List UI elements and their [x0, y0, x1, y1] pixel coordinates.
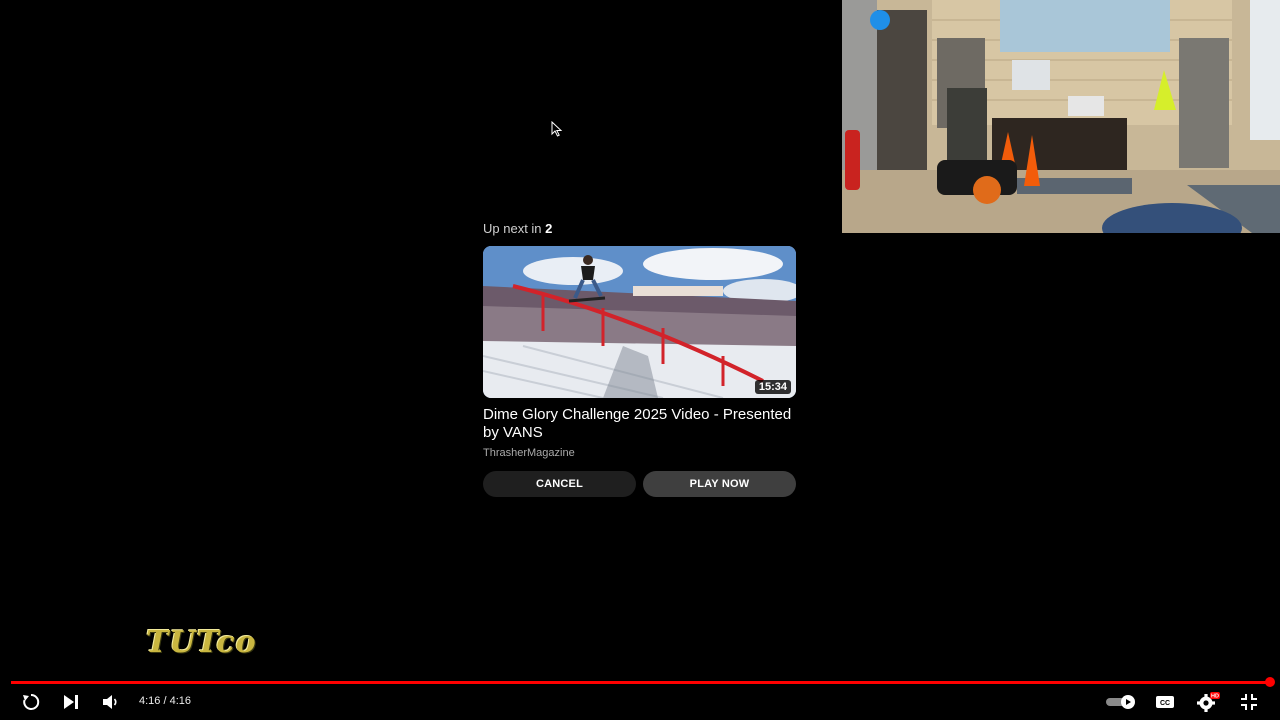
video-duration-badge: 15:34	[754, 380, 791, 394]
up-next-prefix: Up next in	[483, 221, 542, 236]
autoplay-toggle-icon[interactable]	[1104, 690, 1138, 714]
cancel-button[interactable]: CANCEL	[483, 471, 636, 497]
replay-icon[interactable]	[19, 690, 43, 714]
next-icon[interactable]	[59, 690, 83, 714]
time-display: 4:16 / 4:16	[139, 695, 191, 707]
up-next-thumbnail[interactable]: 15:34	[483, 246, 796, 398]
captions-icon[interactable]: CC	[1153, 690, 1177, 714]
up-next-label: Up next in 2	[483, 221, 552, 236]
svg-text:CC: CC	[1160, 700, 1170, 707]
exit-fullscreen-icon[interactable]	[1237, 690, 1261, 714]
time-total: 4:16	[169, 695, 192, 707]
time-separator: /	[160, 695, 170, 707]
progress-bar-fill	[11, 681, 1270, 684]
hd-badge: HD	[1211, 694, 1219, 700]
settings-icon[interactable]: HD	[1195, 690, 1221, 714]
progress-bar[interactable]	[11, 681, 1270, 684]
up-next-video-title[interactable]: Dime Glory Challenge 2025 Video - Presen…	[483, 406, 803, 442]
up-next-channel-name[interactable]: ThrasherMagazine	[483, 447, 575, 459]
volume-icon[interactable]	[99, 690, 123, 714]
mouse-cursor-icon	[551, 120, 563, 137]
watermark-logo: TUTco	[146, 625, 257, 660]
play-now-button[interactable]: PLAY NOW	[643, 471, 796, 497]
up-next-countdown: 2	[545, 221, 553, 236]
progress-scrubber-handle[interactable]	[1265, 677, 1275, 687]
time-current: 4:16	[139, 695, 161, 707]
webcam-overlay	[842, 0, 1280, 233]
